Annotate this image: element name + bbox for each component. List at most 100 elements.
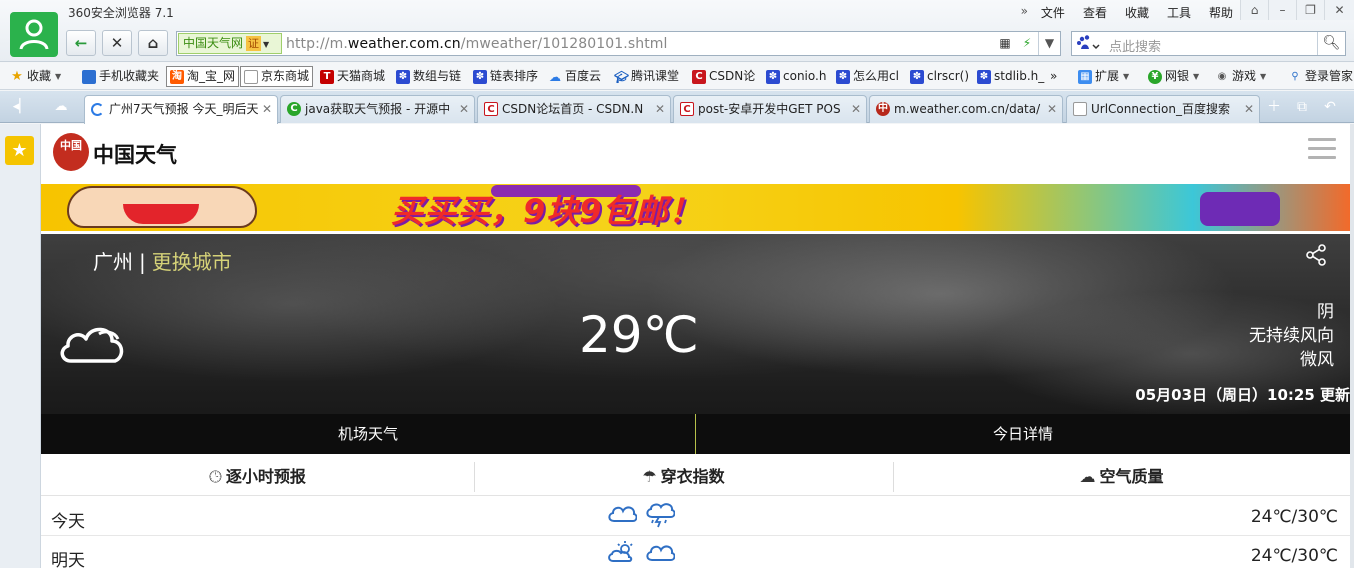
login-manager[interactable]: ⚲ 登录管家 — [1288, 67, 1353, 86]
undo-close-icon[interactable]: ↶ — [1318, 96, 1342, 118]
url-text[interactable]: http://m.weather.com.cn/mweather/1012801… — [286, 36, 668, 52]
online-banking-menu[interactable]: ¥ 网银 ▼ — [1148, 67, 1199, 86]
chevron-down-icon: ▼ — [1123, 72, 1130, 81]
baidu-paw-icon: ✽ — [836, 69, 850, 84]
bookmark-taobao[interactable]: 淘淘_宝_网 — [166, 66, 240, 87]
forecast-row[interactable]: 今天 24℃/30℃ — [41, 498, 1350, 536]
back-button[interactable]: ← — [66, 30, 96, 56]
airport-weather-link[interactable]: 机场天气 — [41, 414, 695, 454]
extensions-menu[interactable]: ▦ 扩展 ▼ — [1078, 67, 1129, 86]
ad-banner[interactable]: 买买买，9块9包邮！ — [41, 184, 1350, 231]
forecast-icons — [607, 541, 675, 563]
tab-hourly-forecast[interactable]: 🕒︎ 逐小时预报 — [41, 454, 474, 495]
bookmark-favorites[interactable]: ★ 收藏 ▼ — [10, 67, 61, 86]
home-button[interactable]: ⌂ — [138, 30, 168, 56]
tab-list-icon[interactable]: ⧉ — [1290, 96, 1314, 118]
cloud-icon: ☁ — [549, 69, 561, 84]
search-input[interactable]: 点此搜索 — [1109, 36, 1161, 55]
handbag-image — [1200, 192, 1280, 226]
bookmark-howto[interactable]: ✽ 怎么用cl — [836, 67, 899, 86]
site-identity-badge[interactable]: 中国天气网证 ▼ — [178, 33, 282, 54]
search-button[interactable]: 🔍︎ — [1317, 32, 1345, 55]
forecast-icons — [607, 502, 675, 528]
tab-csdn-forum[interactable]: C CSDN论坛首页 - CSDN.N ✕ — [477, 95, 671, 123]
close-tab-icon[interactable]: ✕ — [262, 96, 272, 122]
menu-bar: » 文件 查看 收藏 工具 帮助 — [1021, 4, 1242, 21]
bookmark-array[interactable]: ✽ 数组与链 — [396, 67, 461, 86]
menu-help[interactable]: 帮助 — [1200, 4, 1242, 21]
wind-level: 微风 — [1300, 350, 1334, 370]
tab-weather-data[interactable]: 中 m.weather.com.cn/data/✕ — [869, 95, 1063, 123]
stop-button[interactable]: ✕ — [102, 30, 132, 56]
tab-android-get-post[interactable]: Cpost-安卓开发中GET POS ✕ — [673, 95, 867, 123]
chevron-down-icon: ▼ — [1193, 72, 1200, 81]
games-menu[interactable]: ◉ 游戏 ▼ — [1215, 67, 1267, 86]
close-tab-icon[interactable]: ✕ — [851, 96, 861, 122]
cartoon-face-image — [67, 186, 257, 228]
tmall-icon: T — [320, 69, 334, 84]
update-time: 05月03日（周日）10:25 更新 — [1135, 386, 1350, 404]
tab-urlconnection-search[interactable]: UrlConnection_百度搜索 ✕ — [1066, 95, 1260, 123]
menu-file[interactable]: 文件 — [1032, 4, 1074, 21]
close-window-button[interactable]: ✕ — [1324, 0, 1354, 20]
weather-condition: 阴 无持续风向 微风 — [1249, 300, 1334, 372]
search-engine-selector[interactable] — [1076, 35, 1104, 53]
csdn-icon: C — [484, 102, 498, 116]
search-box[interactable]: 点此搜索 🔍︎ — [1071, 31, 1346, 56]
maximize-button[interactable]: ❐ — [1296, 0, 1324, 20]
minimize-button[interactable]: – — [1268, 0, 1296, 20]
new-tab-button[interactable]: ＋ — [1262, 96, 1286, 118]
close-tab-icon[interactable]: ✕ — [1047, 96, 1057, 122]
bookmark-linklist[interactable]: ✽ 链表排序 — [473, 67, 538, 86]
menu-tools[interactable]: 工具 — [1158, 4, 1200, 21]
close-tab-icon[interactable]: ✕ — [459, 96, 469, 122]
bookmark-tmall[interactable]: T 天猫商城 — [320, 67, 385, 86]
csdn-icon: C — [680, 102, 694, 116]
change-city-link[interactable]: 更换城市 — [152, 250, 232, 274]
bookmark-mobile[interactable]: 手机收藏夹 — [82, 67, 159, 86]
grid-icon: ▦ — [1078, 69, 1092, 84]
qr-code-icon[interactable]: ▦ — [994, 32, 1016, 55]
partly-sunny-icon — [608, 541, 633, 562]
bookmark-stdlib[interactable]: ✽ stdlib.h_ — [977, 67, 1044, 86]
tab-dressing-index[interactable]: ☂ 穿衣指数 — [474, 454, 893, 495]
cloud-icon: ☁ — [1079, 467, 1096, 486]
chevron-down-icon: ▼ — [263, 40, 270, 49]
sidebar-toggle-icon[interactable]: ◂▏ — [6, 96, 36, 118]
forecast-row[interactable]: 明天 24℃/30℃ — [41, 537, 1350, 568]
site-brand[interactable]: 中国天气 — [93, 139, 177, 169]
bookmark-baiduyun[interactable]: ☁ 百度云 — [548, 67, 601, 86]
bookmark-jd[interactable]: 京东商城 — [240, 66, 314, 87]
page-scrollbar[interactable] — [1350, 124, 1354, 568]
close-tab-icon[interactable]: ✕ — [1244, 96, 1254, 122]
arrow-left-icon: ← — [74, 34, 88, 52]
today-details-link[interactable]: 今日详情 — [695, 414, 1350, 454]
weather-cn-logo-icon[interactable]: 中国 — [53, 133, 89, 171]
tab-guangzhou-weather[interactable]: 广州7天气预报 今天_明后天 ✕ — [84, 95, 278, 124]
window-title: 360安全浏览器 7.1 — [68, 6, 174, 20]
skin-icon[interactable]: ⌂ — [1240, 0, 1268, 20]
tab-java-weather[interactable]: Cjava获取天气预报 - 开源中 ✕ — [280, 95, 475, 123]
tab-air-quality[interactable]: ☁ 空气质量 — [893, 454, 1350, 495]
bookmark-clrscr[interactable]: ✽ clrscr() — [910, 67, 969, 86]
share-icon[interactable] — [1304, 243, 1328, 267]
address-bar[interactable]: 中国天气网证 ▼ http://m.weather.com.cn/mweather… — [176, 31, 1061, 56]
menu-view[interactable]: 查看 — [1074, 4, 1116, 21]
bookmark-conio[interactable]: ✽ conio.h — [766, 67, 826, 86]
bookmark-csdn[interactable]: C CSDN论 — [692, 67, 755, 86]
browser-toolbar: 360安全浏览器 7.1 » 文件 查看 收藏 工具 帮助 ⌂ – ❐ ✕ ← … — [0, 0, 1354, 62]
phone-icon — [82, 69, 96, 84]
cloud-sync-icon[interactable]: ☁ — [46, 96, 76, 118]
url-history-dropdown[interactable]: ▼ — [1038, 32, 1060, 55]
menu-more-icon[interactable]: » — [1021, 4, 1032, 21]
hamburger-menu-icon[interactable] — [1308, 138, 1336, 165]
bookmarks-overflow-button[interactable]: » — [1050, 67, 1057, 86]
baidu-paw-icon: ✽ — [473, 69, 487, 84]
speed-mode-icon[interactable]: ⚡ — [1016, 32, 1038, 55]
bookmark-tencent-class[interactable]: 🎓︎ 腾讯课堂 — [614, 67, 679, 86]
close-icon: ✕ — [110, 34, 124, 52]
favorites-star-icon[interactable]: ★ — [5, 136, 34, 165]
chevron-down-icon: ▼ — [55, 72, 62, 81]
close-tab-icon[interactable]: ✕ — [655, 96, 665, 122]
menu-favorites[interactable]: 收藏 — [1116, 4, 1158, 21]
